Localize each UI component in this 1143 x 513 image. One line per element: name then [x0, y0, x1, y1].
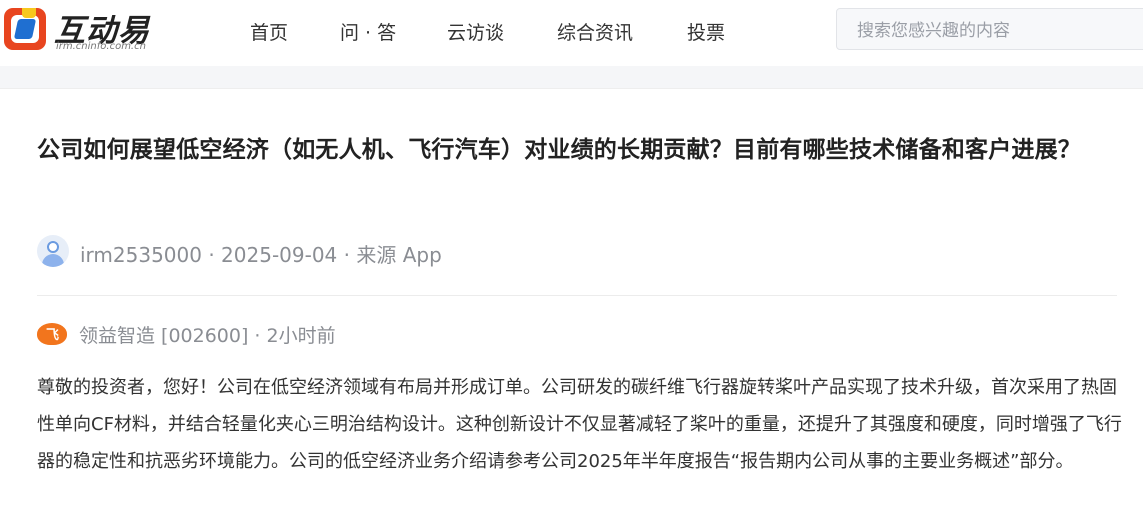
search-box	[836, 8, 1143, 50]
logo-url: irm.cninfo.com.cn	[56, 41, 146, 52]
company-logo-icon[interactable]: 飞	[37, 323, 67, 345]
top-header: 互动易 irm.cninfo.com.cn 首页 问 · 答 云访谈 综合资讯 …	[0, 0, 1143, 66]
nav-item-home[interactable]: 首页	[250, 18, 288, 45]
user-avatar-icon[interactable]	[37, 235, 69, 267]
nav-item-cloud-interview[interactable]: 云访谈	[447, 18, 504, 45]
answer-meta: 领益智造 [002600] · 2小时前	[79, 325, 336, 347]
company-logo-glyph: 飞	[46, 328, 60, 343]
nav-item-vote[interactable]: 投票	[687, 18, 725, 45]
question-meta: irm2535000 · 2025-09-04 · 来源 App	[80, 243, 442, 267]
divider	[37, 295, 1117, 296]
search-input[interactable]	[855, 18, 1139, 44]
nav-item-qa[interactable]: 问 · 答	[340, 18, 396, 45]
logo-icon	[4, 8, 46, 50]
site-logo[interactable]: 互动易 irm.cninfo.com.cn	[4, 5, 154, 53]
question-title: 公司如何展望低空经济（如无人机、飞行汽车）对业绩的长期贡献？目前有哪些技术储备和…	[37, 137, 1081, 163]
question-card: 公司如何展望低空经济（如无人机、飞行汽车）对业绩的长期贡献？目前有哪些技术储备和…	[0, 88, 1143, 513]
nav-item-news[interactable]: 综合资讯	[557, 18, 633, 45]
answer-text: 尊敬的投资者，您好！公司在低空经济领域有布局并形成订单。公司研发的碳纤维飞行器旋…	[37, 377, 1122, 472]
